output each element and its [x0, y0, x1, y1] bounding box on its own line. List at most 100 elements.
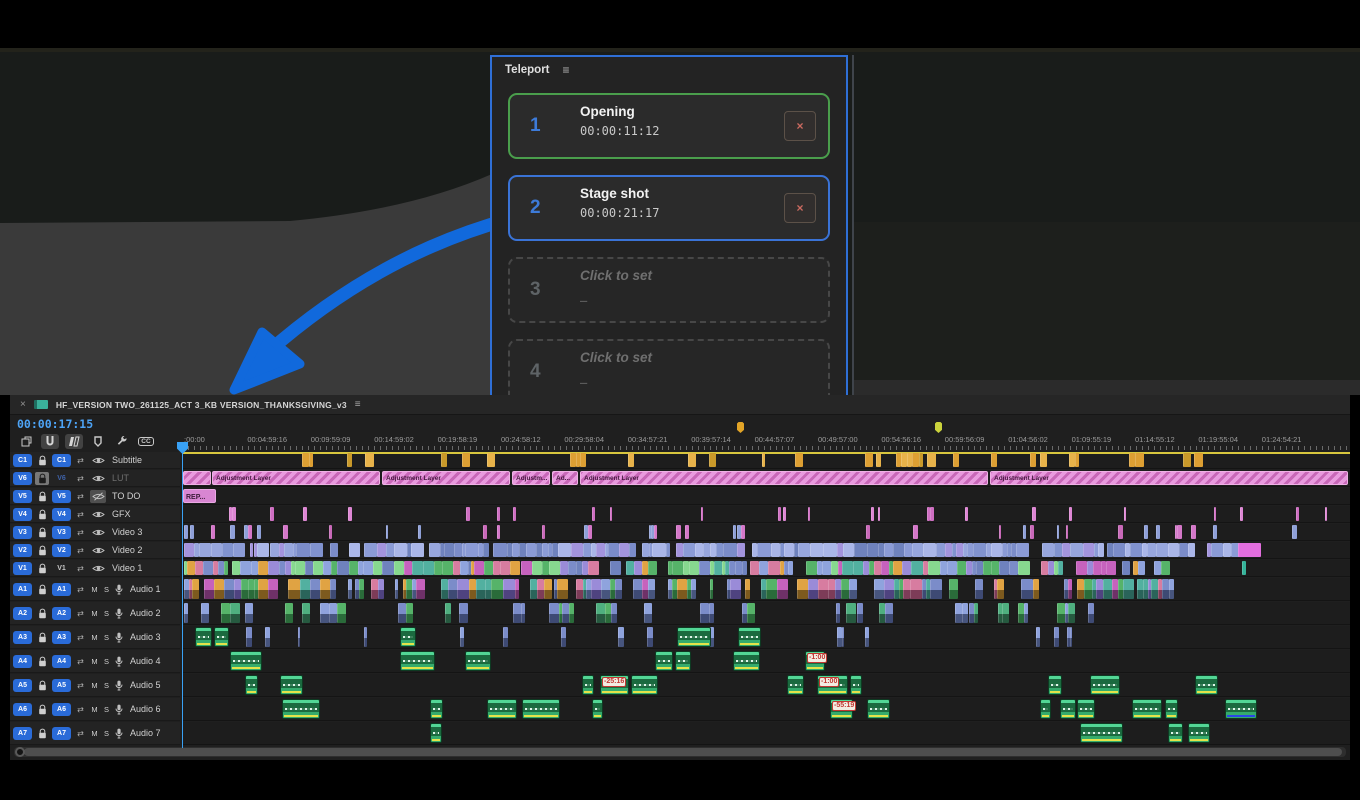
clip[interactable]	[412, 561, 422, 575]
clip[interactable]	[460, 627, 464, 647]
clip[interactable]	[487, 453, 495, 467]
audio-clip[interactable]	[787, 675, 804, 695]
clip[interactable]	[246, 627, 252, 647]
lock-icon[interactable]	[35, 679, 49, 692]
clip[interactable]	[902, 561, 911, 575]
clip[interactable]	[683, 543, 695, 557]
clip[interactable]	[1238, 543, 1261, 557]
clip[interactable]	[818, 579, 828, 599]
scrollbar-thumb[interactable]	[24, 748, 1342, 756]
clip[interactable]	[940, 561, 947, 575]
clip[interactable]	[912, 543, 923, 557]
audio-clip[interactable]: -55:19	[830, 699, 853, 719]
solo-button[interactable]: S	[102, 609, 111, 618]
clip[interactable]	[642, 579, 648, 599]
clip[interactable]	[745, 579, 750, 599]
clip[interactable]	[648, 561, 658, 575]
clip[interactable]	[975, 579, 983, 599]
clip[interactable]	[949, 579, 958, 599]
audio-clip[interactable]	[733, 651, 760, 671]
delete-slot-button[interactable]: ×	[784, 111, 816, 141]
panel-menu-icon[interactable]: ≡	[563, 63, 570, 77]
clip[interactable]	[507, 543, 512, 557]
clip[interactable]	[394, 543, 407, 557]
source-patch-V2[interactable]: V2	[13, 544, 32, 557]
sync-lock-icon[interactable]: ⇄	[74, 681, 87, 690]
clip[interactable]	[1009, 561, 1018, 575]
clip[interactable]	[1016, 543, 1028, 557]
clip[interactable]	[211, 525, 215, 539]
audio-clip[interactable]	[867, 699, 890, 719]
clip[interactable]	[1188, 543, 1196, 557]
clip[interactable]	[512, 543, 520, 557]
clip[interactable]	[903, 579, 911, 599]
nest-icon[interactable]	[17, 434, 35, 449]
clip[interactable]	[628, 453, 635, 467]
clip[interactable]	[187, 561, 195, 575]
clip[interactable]	[1002, 603, 1009, 623]
mic-icon[interactable]	[114, 680, 124, 691]
clip[interactable]	[610, 507, 612, 521]
clip[interactable]	[956, 543, 963, 557]
audio-clip[interactable]	[1168, 723, 1183, 743]
clip[interactable]	[806, 561, 817, 575]
track-target-V1[interactable]: V1	[52, 562, 71, 575]
clip[interactable]	[1211, 543, 1223, 557]
clip[interactable]	[484, 561, 493, 575]
clip[interactable]	[927, 453, 936, 467]
adjustment-layer-clip[interactable]: Adjustm...	[512, 471, 550, 485]
sync-lock-icon[interactable]: ⇄	[74, 528, 87, 537]
clip[interactable]	[588, 561, 600, 575]
clip[interactable]	[411, 543, 424, 557]
clip[interactable]	[648, 579, 656, 599]
teleport-slot-3[interactable]: 3Click to set_	[508, 257, 830, 323]
clip[interactable]	[194, 543, 199, 557]
clip[interactable]	[876, 453, 881, 467]
audio-clip[interactable]	[195, 627, 212, 647]
eye-icon[interactable]	[90, 508, 106, 521]
clip[interactable]	[1040, 453, 1047, 467]
solo-button[interactable]: S	[102, 681, 111, 690]
clip[interactable]	[569, 603, 575, 623]
clip[interactable]	[716, 543, 724, 557]
timeline-ruler[interactable]: :00:0000:04:59:1600:09:59:0900:14:59:020…	[182, 432, 1350, 450]
clip[interactable]	[441, 453, 447, 467]
clip[interactable]	[515, 579, 519, 599]
clip[interactable]	[1191, 525, 1196, 539]
clip[interactable]	[500, 561, 510, 575]
clip[interactable]	[747, 603, 754, 623]
clip[interactable]	[258, 579, 267, 599]
clip[interactable]	[330, 579, 336, 599]
clip[interactable]	[549, 603, 558, 623]
clip[interactable]	[230, 603, 240, 623]
clip[interactable]	[846, 603, 856, 623]
clip[interactable]	[710, 543, 716, 557]
clip[interactable]	[258, 561, 268, 575]
clip[interactable]	[1118, 579, 1122, 599]
clip[interactable]	[521, 561, 532, 575]
clip[interactable]	[836, 603, 840, 623]
clip[interactable]	[348, 579, 351, 599]
source-patch-A1[interactable]: A1	[13, 583, 32, 596]
sync-lock-icon[interactable]: ⇄	[74, 633, 87, 642]
audio-clip[interactable]	[400, 651, 435, 671]
rep-clip[interactable]: REP...	[183, 489, 216, 503]
lock-icon[interactable]	[35, 562, 49, 575]
clip[interactable]	[842, 627, 845, 647]
source-patch-V5[interactable]: V5	[13, 490, 32, 503]
clip[interactable]	[330, 543, 338, 557]
clip[interactable]	[710, 579, 714, 599]
solo-button[interactable]: S	[102, 657, 111, 666]
audio-clip[interactable]	[592, 699, 603, 719]
clip[interactable]	[866, 525, 870, 539]
clip[interactable]	[1156, 543, 1168, 557]
clip[interactable]	[619, 543, 629, 557]
clip[interactable]	[691, 579, 696, 599]
lock-icon[interactable]	[35, 454, 49, 467]
eye-icon[interactable]	[90, 472, 106, 485]
clip[interactable]	[1075, 453, 1080, 467]
clip[interactable]	[257, 543, 269, 557]
clip[interactable]	[843, 543, 854, 557]
mic-icon[interactable]	[114, 728, 124, 739]
clip[interactable]	[911, 561, 923, 575]
